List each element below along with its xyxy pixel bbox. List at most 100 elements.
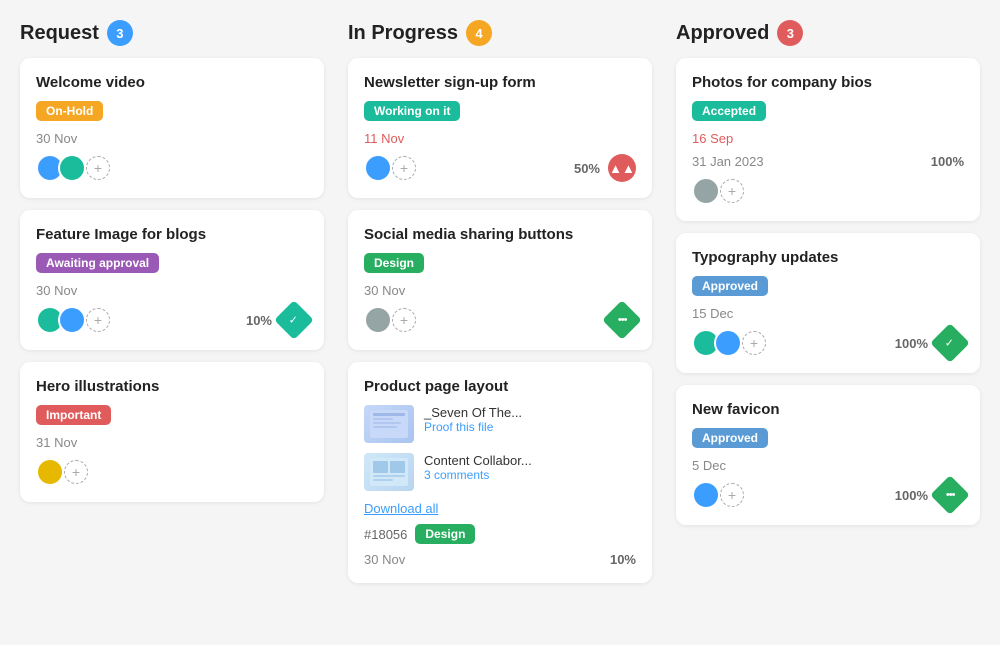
card-title: Feature Image for blogs (36, 226, 308, 243)
card-percent: 100% (895, 488, 928, 503)
card-avatars: + (364, 306, 416, 334)
card-avatars: + (692, 481, 744, 509)
file-thumbnail (364, 405, 414, 443)
card-date: 15 Dec (692, 306, 964, 321)
card-date: 30 Nov (364, 552, 405, 567)
card-date: 30 Nov (36, 283, 308, 298)
card-favicon: New favicon Approved 5 Dec + 100% ••• (676, 385, 980, 525)
avatar (714, 329, 742, 357)
card-avatars: + (36, 154, 110, 182)
card-photos: Photos for company bios Accepted 16 Sep … (676, 58, 980, 221)
card-meta: + (692, 177, 964, 205)
card-percent: 10% (610, 552, 636, 567)
card-tag: Awaiting approval (36, 253, 159, 273)
card-tag: Important (36, 405, 111, 425)
card-social-media: Social media sharing buttons Design 30 N… (348, 210, 652, 350)
ticket-row: #18056 Design (364, 524, 636, 544)
add-assignee-button[interactable]: + (742, 331, 766, 355)
file-info: _Seven Of The... Proof this file (424, 405, 522, 434)
add-assignee-button[interactable]: + (86, 308, 110, 332)
file-info: Content Collabor... 3 comments (424, 453, 532, 482)
dots-green-icon: ••• (602, 300, 642, 340)
card-date-red: 16 Sep (692, 131, 964, 146)
column-title-in-progress: In Progress (348, 22, 458, 45)
card-tag: Working on it (364, 101, 460, 121)
add-assignee-button[interactable]: + (720, 483, 744, 507)
add-assignee-button[interactable]: + (392, 308, 416, 332)
add-assignee-button[interactable]: + (720, 179, 744, 203)
card-title: New favicon (692, 401, 964, 418)
dots-green-icon: ••• (930, 475, 970, 515)
arrow-up-icon: ▲▲ (608, 154, 636, 182)
proof-file-link[interactable]: Proof this file (424, 420, 522, 434)
card-tag: Design (364, 253, 424, 273)
column-request: Request 3 Welcome video On-Hold 30 Nov +… (20, 20, 324, 595)
card-percent: 50% (574, 161, 600, 176)
card-meta: + 100% ••• (692, 481, 964, 509)
file-thumbnail (364, 453, 414, 491)
add-assignee-button[interactable]: + (86, 156, 110, 180)
column-header-approved: Approved 3 (676, 20, 980, 46)
card-feature-image: Feature Image for blogs Awaiting approva… (20, 210, 324, 350)
column-title-request: Request (20, 22, 99, 45)
card-newsletter: Newsletter sign-up form Working on it 11… (348, 58, 652, 198)
card-percent: 100% (931, 154, 964, 169)
file-thumb-inner (364, 405, 414, 443)
file-thumb-inner (364, 453, 414, 491)
comments-link[interactable]: 3 comments (424, 468, 532, 482)
avatar (58, 154, 86, 182)
card-tag: On-Hold (36, 101, 103, 121)
card-meta: + 10% ✓ (36, 306, 308, 334)
card-avatars: + (36, 458, 88, 486)
download-all-link[interactable]: Download all (364, 501, 636, 516)
column-header-in-progress: In Progress 4 (348, 20, 652, 46)
card-avatars: + (364, 154, 416, 182)
card-percent: 10% (246, 313, 272, 328)
card-date2: 31 Jan 2023 (692, 154, 764, 169)
column-badge-approved: 3 (777, 20, 803, 46)
card-product-page: Product page layout _Seven (348, 362, 652, 583)
card-hero-illustrations: Hero illustrations Important 31 Nov + (20, 362, 324, 502)
avatar (692, 177, 720, 205)
card-title: Typography updates (692, 249, 964, 266)
card-title: Photos for company bios (692, 74, 964, 91)
card-date: 5 Dec (692, 458, 964, 473)
card-meta: 30 Nov 10% (364, 552, 636, 567)
card-title: Welcome video (36, 74, 308, 91)
add-assignee-button[interactable]: + (64, 460, 88, 484)
card-date: 11 Nov (364, 131, 636, 146)
card-title: Product page layout (364, 378, 636, 395)
diamond-green-icon: ✓ (930, 323, 970, 363)
column-approved: Approved 3 Photos for company bios Accep… (676, 20, 980, 595)
column-header-request: Request 3 (20, 20, 324, 46)
avatar (36, 458, 64, 486)
add-assignee-button[interactable]: + (392, 156, 416, 180)
card-date: 30 Nov (36, 131, 308, 146)
card-meta: + 100% ✓ (692, 329, 964, 357)
file-item: Content Collabor... 3 comments (364, 453, 636, 491)
card-meta: + (36, 458, 308, 486)
avatar (364, 154, 392, 182)
card-title: Hero illustrations (36, 378, 308, 395)
column-title-approved: Approved (676, 22, 769, 45)
card-welcome-video: Welcome video On-Hold 30 Nov + (20, 58, 324, 198)
kanban-board: Request 3 Welcome video On-Hold 30 Nov +… (20, 20, 980, 595)
card-percent: 100% (895, 336, 928, 351)
file-name: Content Collabor... (424, 453, 532, 468)
card-date: 30 Nov (364, 283, 636, 298)
diamond-teal-icon: ✓ (274, 300, 314, 340)
card-avatars: + (692, 177, 744, 205)
card-meta: + ••• (364, 306, 636, 334)
card-tag: Accepted (692, 101, 766, 121)
avatar (58, 306, 86, 334)
avatar (364, 306, 392, 334)
card-meta: + (36, 154, 308, 182)
column-in-progress: In Progress 4 Newsletter sign-up form Wo… (348, 20, 652, 595)
card-date: 31 Nov (36, 435, 308, 450)
card-typography: Typography updates Approved 15 Dec + 100… (676, 233, 980, 373)
card-tag: Approved (692, 276, 768, 296)
card-title: Social media sharing buttons (364, 226, 636, 243)
card-meta: + 50% ▲▲ (364, 154, 636, 182)
card-date2-row: 31 Jan 2023 100% (692, 154, 964, 169)
card-avatars: + (692, 329, 766, 357)
